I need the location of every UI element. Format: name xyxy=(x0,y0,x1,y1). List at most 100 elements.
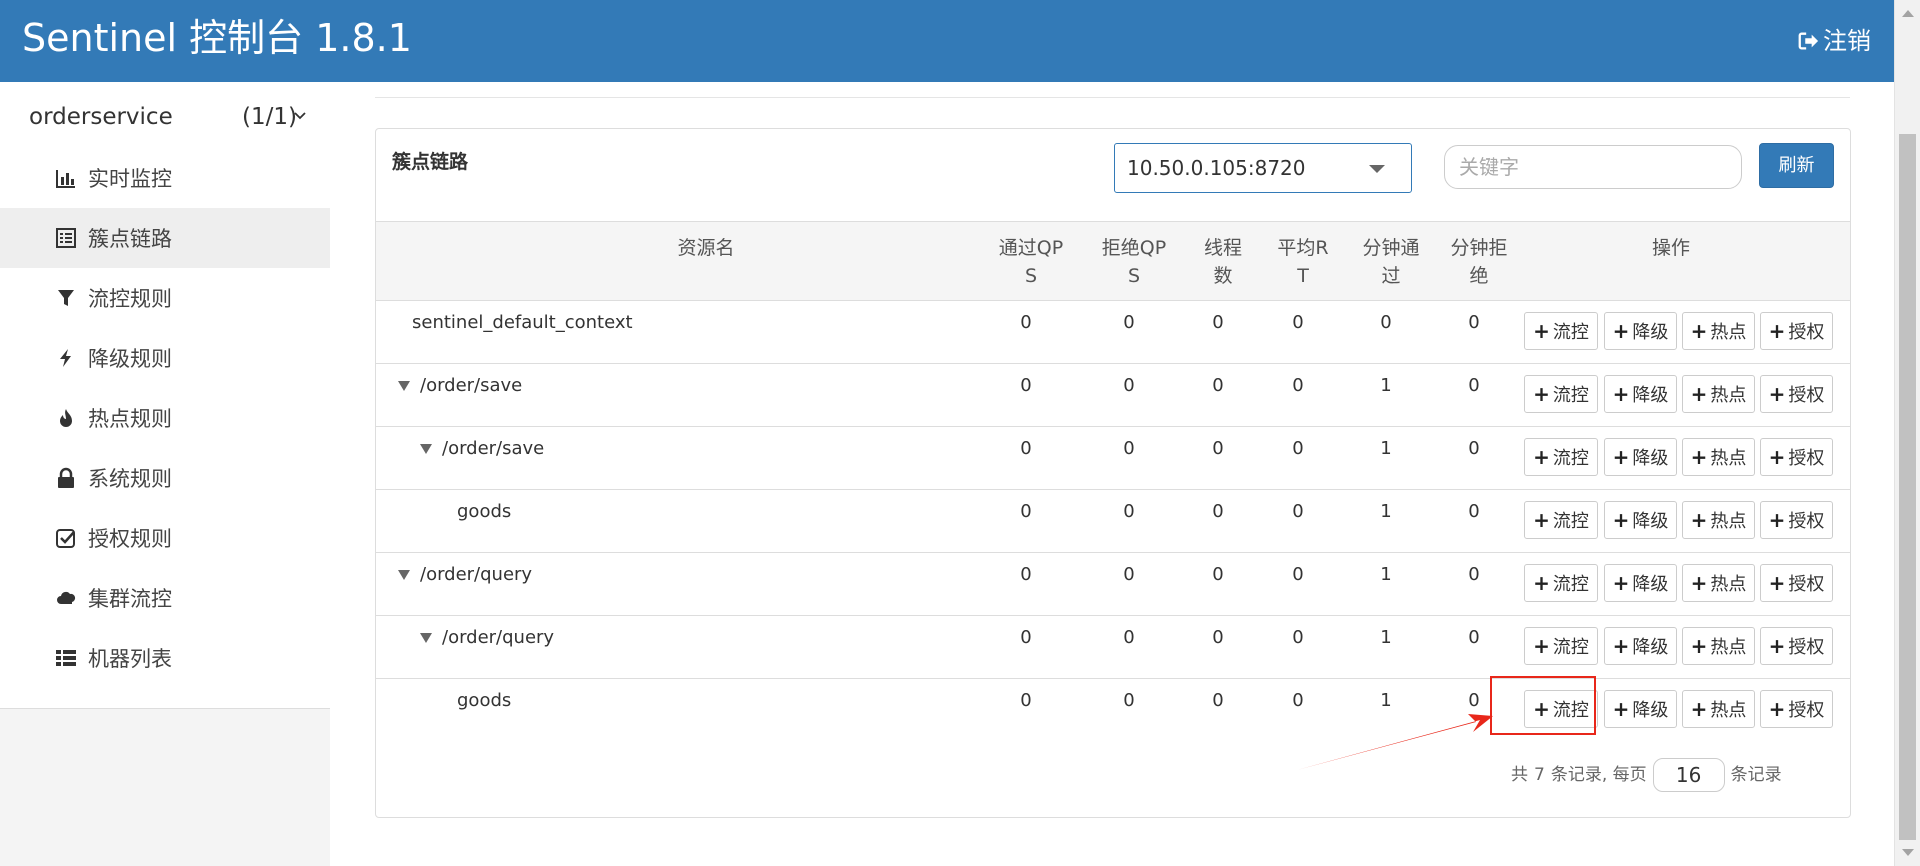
tree-collapse-icon[interactable] xyxy=(398,570,410,580)
add-authority-rule-button[interactable]: + 授权 xyxy=(1760,438,1833,476)
add-authority-rule-button[interactable]: + 授权 xyxy=(1760,690,1833,728)
resource-name-cell[interactable]: /order/query xyxy=(420,627,554,648)
plus-icon: + xyxy=(1612,319,1630,343)
add-hotspot-rule-button[interactable]: + 热点 xyxy=(1682,627,1755,665)
add-flow-rule-button[interactable]: + 流控 xyxy=(1524,501,1598,539)
sidebar-item-realtime-monitor[interactable]: 实时监控 xyxy=(0,148,330,208)
plus-icon: + xyxy=(1612,697,1630,721)
scroll-thumb[interactable] xyxy=(1899,134,1916,840)
sidebar-item-label: 流控规则 xyxy=(88,287,172,311)
add-flow-rule-button[interactable]: + 流控 xyxy=(1524,312,1598,350)
button-label: 流控 xyxy=(1552,637,1589,658)
avg-rt-cell: 0 xyxy=(1292,690,1304,711)
add-authority-rule-button[interactable]: + 授权 xyxy=(1760,312,1833,350)
app-title[interactable]: Sentinel 控制台 1.8.1 xyxy=(22,14,412,62)
tree-collapse-icon[interactable] xyxy=(420,444,432,454)
table-row: /order/save 0 0 0 0 1 0 + 流控 + 降级 + 热点 + 授权 xyxy=(376,363,1850,427)
keyword-search-input[interactable] xyxy=(1444,145,1742,189)
cloud-icon xyxy=(57,591,76,604)
sidebar-item-machine-list[interactable]: 机器列表 xyxy=(0,628,330,688)
divider xyxy=(375,97,1850,98)
button-label: 授权 xyxy=(1788,637,1825,658)
sidebar-item-system-rules[interactable]: 系统规则 xyxy=(0,448,330,508)
plus-icon: + xyxy=(1690,445,1708,469)
tree-collapse-icon[interactable] xyxy=(420,633,432,643)
button-label: 流控 xyxy=(1552,385,1589,406)
add-authority-rule-button[interactable]: + 授权 xyxy=(1760,375,1833,413)
add-degrade-rule-button[interactable]: + 降级 xyxy=(1604,312,1677,350)
chevron-down-icon xyxy=(294,112,306,120)
list-icon xyxy=(56,228,76,248)
sidebar-item-label: 系统规则 xyxy=(88,467,172,491)
resource-name-cell[interactable]: /order/save xyxy=(420,438,544,459)
sign-out-icon xyxy=(1798,32,1819,50)
plus-icon: + xyxy=(1612,382,1630,406)
block-qps-cell: 0 xyxy=(1123,690,1135,711)
plus-icon: + xyxy=(1690,382,1708,406)
button-label: 热点 xyxy=(1710,511,1747,532)
logout-button[interactable]: 注销 xyxy=(1797,24,1871,58)
add-flow-rule-button[interactable]: + 流控 xyxy=(1524,627,1598,665)
minute-pass-cell: 1 xyxy=(1380,564,1392,585)
resource-name-cell[interactable]: /order/save xyxy=(398,375,522,396)
scroll-down-icon[interactable] xyxy=(1902,849,1914,856)
add-degrade-rule-button[interactable]: + 降级 xyxy=(1604,501,1677,539)
sidebar-item-cluster-flow[interactable]: 集群流控 xyxy=(0,568,330,628)
sidebar-item-cluster-point-link[interactable]: 簇点链路 xyxy=(0,208,330,268)
page-size-input[interactable]: 16 xyxy=(1652,758,1725,792)
sidebar-item-hotspot-rules[interactable]: 热点规则 xyxy=(0,388,330,448)
minute-pass-cell: 1 xyxy=(1380,438,1392,459)
pass-qps-cell: 0 xyxy=(1020,501,1032,522)
add-authority-rule-button[interactable]: + 授权 xyxy=(1760,564,1833,602)
minute-block-cell: 0 xyxy=(1468,438,1480,459)
scroll-up-icon[interactable] xyxy=(1902,10,1914,17)
app-machine-count: (1/1) xyxy=(242,104,297,130)
page-scrollbar[interactable] xyxy=(1894,0,1920,866)
add-hotspot-rule-button[interactable]: + 热点 xyxy=(1682,564,1755,602)
machine-select[interactable]: 10.50.0.105:8720 xyxy=(1114,143,1412,193)
caret-down-icon xyxy=(1369,165,1385,173)
resource-name: goods xyxy=(457,501,512,522)
button-label: 热点 xyxy=(1710,700,1747,721)
add-degrade-rule-button[interactable]: + 降级 xyxy=(1604,627,1677,665)
add-hotspot-rule-button[interactable]: + 热点 xyxy=(1682,375,1755,413)
add-hotspot-rule-button[interactable]: + 热点 xyxy=(1682,312,1755,350)
add-authority-rule-button[interactable]: + 授权 xyxy=(1760,627,1833,665)
plus-icon: + xyxy=(1533,319,1550,343)
refresh-button[interactable]: 刷新 xyxy=(1759,143,1834,188)
resource-name-cell[interactable]: /order/query xyxy=(398,564,532,585)
add-degrade-rule-button[interactable]: + 降级 xyxy=(1604,690,1677,728)
button-label: 降级 xyxy=(1632,700,1669,721)
sidebar-item-flow-rules[interactable]: 流控规则 xyxy=(0,268,330,328)
add-degrade-rule-button[interactable]: + 降级 xyxy=(1604,375,1677,413)
pagination-page-suffix: 条记录 xyxy=(1730,765,1782,785)
add-hotspot-rule-button[interactable]: + 热点 xyxy=(1682,690,1755,728)
add-flow-rule-button[interactable]: + 流控 xyxy=(1524,375,1598,413)
pass-qps-cell: 0 xyxy=(1020,438,1032,459)
resource-name-cell: goods xyxy=(457,690,511,711)
plus-icon: + xyxy=(1768,634,1786,658)
flash-icon xyxy=(60,349,71,367)
add-degrade-rule-button[interactable]: + 降级 xyxy=(1604,564,1677,602)
add-degrade-rule-button[interactable]: + 降级 xyxy=(1604,438,1677,476)
add-authority-rule-button[interactable]: + 授权 xyxy=(1760,501,1833,539)
add-hotspot-rule-button[interactable]: + 热点 xyxy=(1682,501,1755,539)
table-row: /order/query 0 0 0 0 1 0 + 流控 + 降级 + 热点 + 授权 xyxy=(376,615,1850,679)
app-selector[interactable]: orderservice (1/1) xyxy=(0,96,330,140)
button-label: 降级 xyxy=(1632,448,1669,469)
avg-rt-cell: 0 xyxy=(1292,312,1304,333)
add-flow-rule-button[interactable]: + 流控 xyxy=(1524,438,1598,476)
minute-block-cell: 0 xyxy=(1468,375,1480,396)
add-hotspot-rule-button[interactable]: + 热点 xyxy=(1682,438,1755,476)
threads-cell: 0 xyxy=(1212,501,1224,522)
tree-collapse-icon[interactable] xyxy=(398,381,410,391)
sidebar-item-degrade-rules[interactable]: 降级规则 xyxy=(0,328,330,388)
sidebar-item-authority-rules[interactable]: 授权规则 xyxy=(0,508,330,568)
plus-icon: + xyxy=(1768,571,1786,595)
plus-icon: + xyxy=(1533,382,1550,406)
col-minute-block: 分钟拒绝 xyxy=(1450,237,1508,287)
add-flow-rule-button[interactable]: + 流控 xyxy=(1524,564,1598,602)
block-qps-cell: 0 xyxy=(1123,564,1135,585)
button-label: 流控 xyxy=(1552,322,1589,343)
table-row: sentinel_default_context 0 0 0 0 0 0 + 流控 + 降级 + 热点 +… xyxy=(376,300,1850,364)
